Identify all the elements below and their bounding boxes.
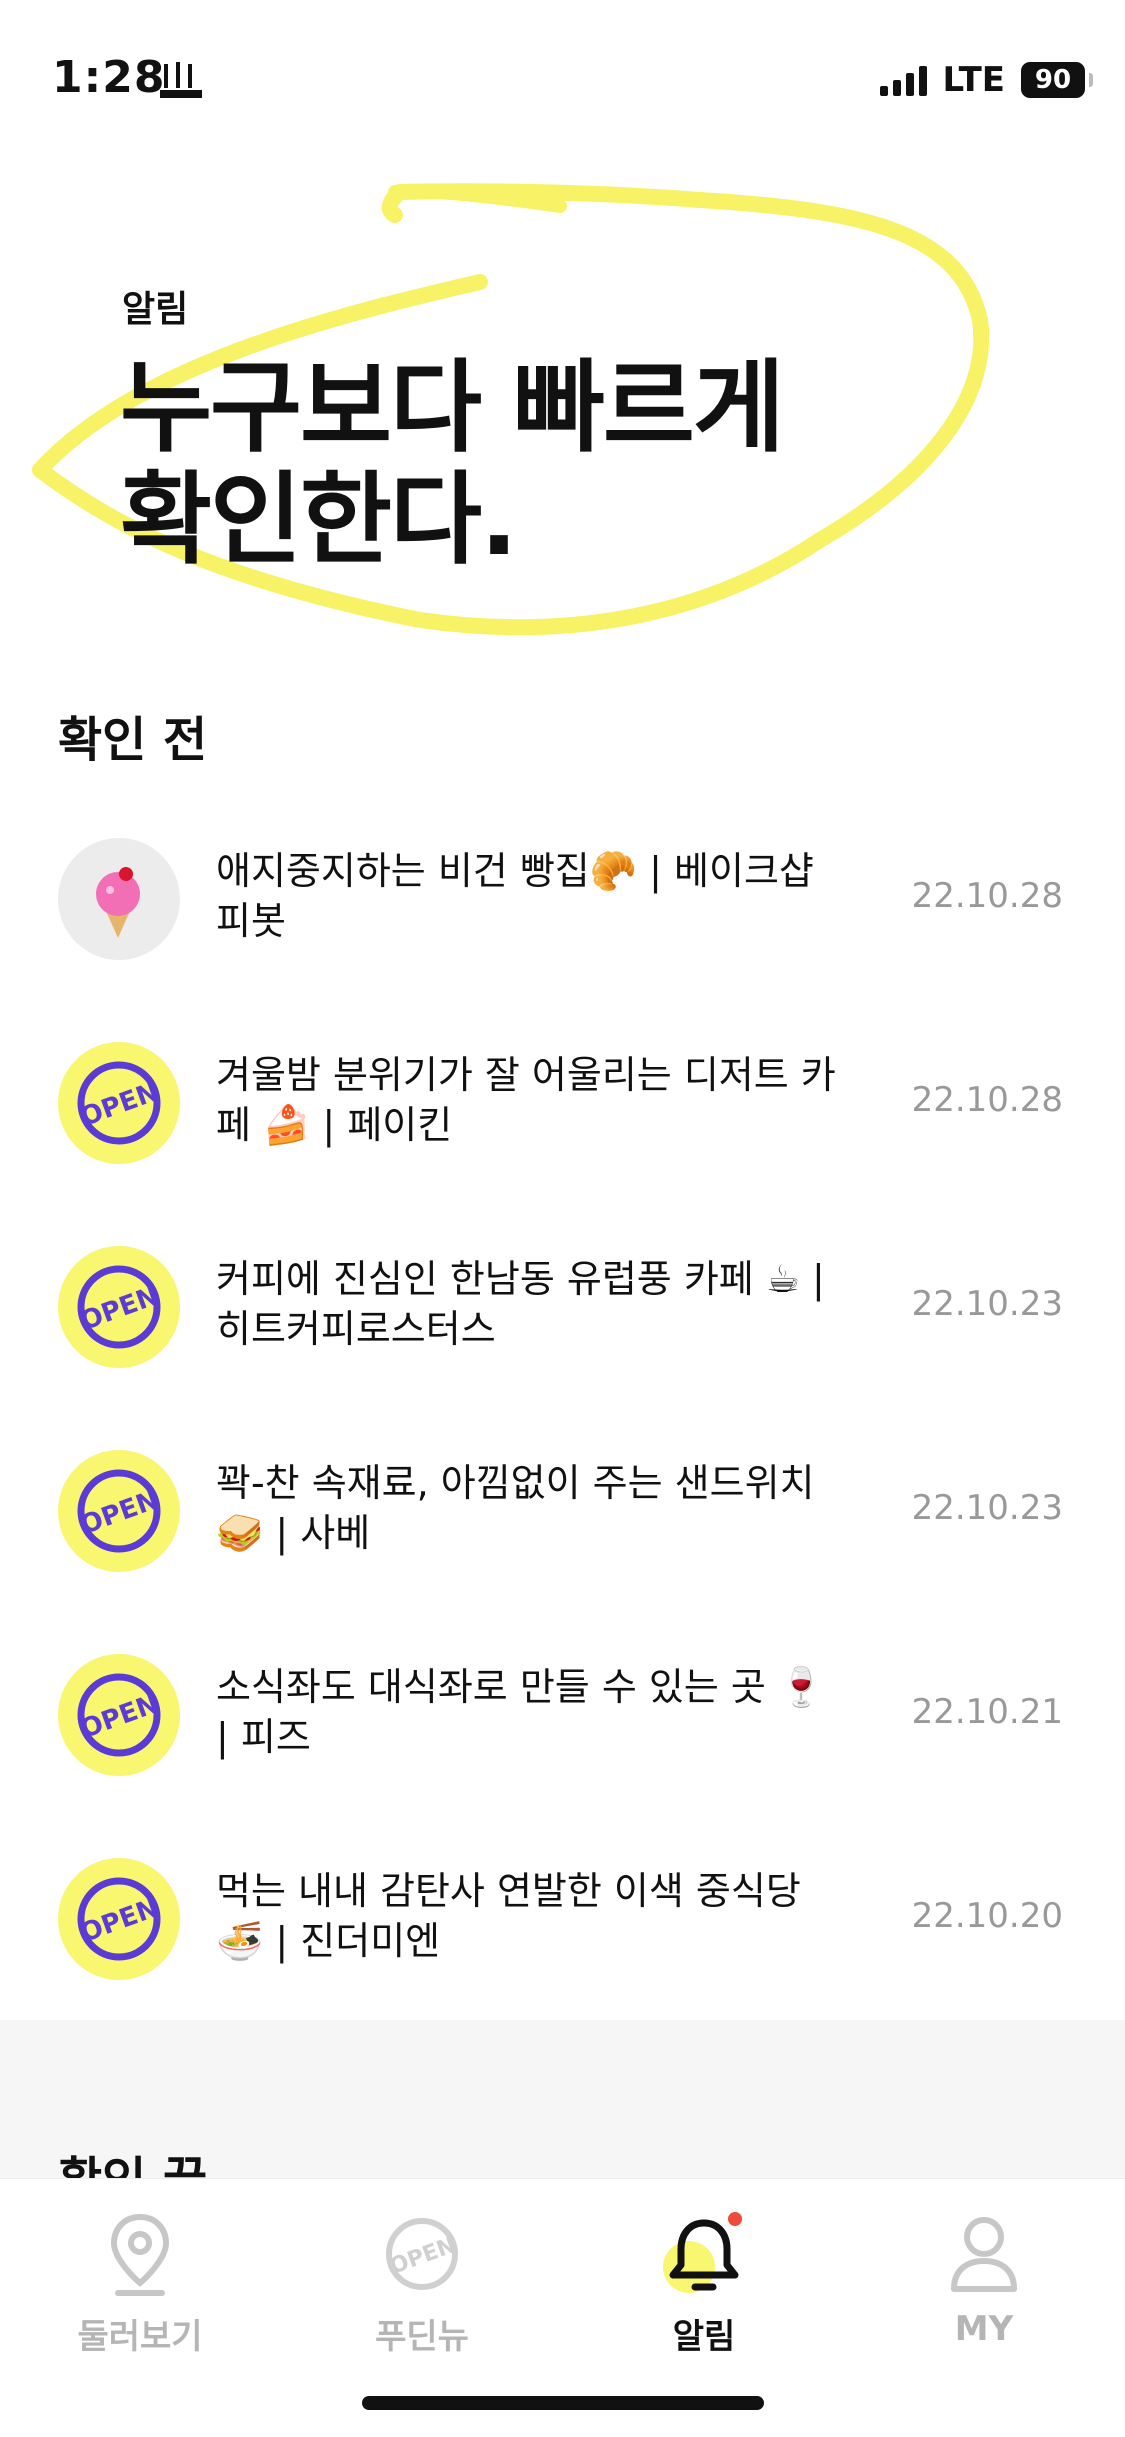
section-title-unread: 확인 전	[58, 712, 208, 768]
app-activity-icon	[160, 62, 202, 98]
status-bar: 1:28 LTE 90	[0, 0, 1125, 160]
page-title: 누구보다 빠르게 확인한다.	[120, 349, 785, 578]
notification-row[interactable]: OPEN 먹는 내내 감탄사 연발한 이색 중식당 🍜 | 진더미엔 22.10…	[0, 1816, 1125, 2020]
person-icon	[951, 2217, 1017, 2292]
open-badge-avatar: OPEN	[58, 1858, 180, 1980]
notification-text: 꽉-찬 속재료, 아낌없이 주는 샌드위치 🥪 | 사베	[216, 1461, 815, 1555]
notification-date: 22.10.28	[911, 1080, 1063, 1120]
page-label: 알림	[122, 289, 189, 330]
open-badge-avatar: OPEN	[58, 1450, 180, 1572]
open-badge-avatar: OPEN	[58, 1246, 180, 1368]
network-type: LTE	[942, 60, 1005, 100]
open-badge-icon: OPEN	[77, 1265, 163, 1349]
open-badge-avatar: OPEN	[58, 1042, 180, 1164]
nav-label: MY	[954, 2309, 1014, 2349]
notification-date: 22.10.23	[911, 1488, 1063, 1528]
notification-row[interactable]: 애지중지하는 비건 빵집🥐 | 베이크샵 피봇 22.10.28	[0, 796, 1125, 1000]
open-badge-icon: OPEN	[77, 1877, 163, 1961]
notification-text: 애지중지하는 비건 빵집🥐 | 베이크샵 피봇	[216, 849, 814, 943]
ice-cream-icon	[96, 867, 140, 938]
status-indicators: LTE 90	[879, 58, 1093, 102]
notification-text: 먹는 내내 감탄사 연발한 이색 중식당 🍜 | 진더미엔	[216, 1869, 801, 1963]
nav-label: 둘러보기	[77, 2317, 203, 2357]
nav-item-explore[interactable]: 둘러보기	[40, 2209, 240, 2369]
notification-date: 22.10.28	[911, 876, 1063, 916]
open-badge-icon: OPEN	[77, 1061, 163, 1145]
bell-icon	[663, 2212, 742, 2293]
notification-row[interactable]: OPEN 꽉-찬 속재료, 아낌없이 주는 샌드위치 🥪 | 사베 22.10.…	[0, 1408, 1125, 1612]
notification-date: 22.10.23	[911, 1284, 1063, 1324]
nav-item-foodinew[interactable]: OPEN 푸딘뉴	[322, 2209, 522, 2369]
status-time: 1:28	[52, 52, 166, 103]
open-badge-icon: OPEN	[77, 1673, 163, 1757]
home-indicator	[362, 2396, 764, 2410]
nav-item-my[interactable]: MY	[884, 2209, 1084, 2369]
notification-row[interactable]: OPEN 커피에 진심인 한남동 유럽풍 카페 ☕ | 히트커피로스터스 22.…	[0, 1204, 1125, 1408]
nav-item-notifications[interactable]: 알림	[604, 2209, 804, 2369]
notification-dot	[728, 2212, 742, 2226]
open-badge-avatar: OPEN	[58, 1654, 180, 1776]
notification-row[interactable]: OPEN 소식좌도 대식좌로 만들 수 있는 곳 🍷 | 피즈 22.10.21	[0, 1612, 1125, 1816]
notification-text: 소식좌도 대식좌로 만들 수 있는 곳 🍷 | 피즈	[216, 1665, 826, 1759]
ice-cream-avatar	[58, 838, 180, 960]
nav-label: 알림	[672, 2317, 736, 2357]
notification-date: 22.10.21	[911, 1692, 1063, 1732]
open-badge-icon: OPEN	[77, 1469, 163, 1553]
notification-text: 겨울밤 분위기가 잘 어울리는 디저트 카페 🍰 | 페이킨	[216, 1053, 836, 1147]
location-pin-icon	[110, 2213, 170, 2296]
signal-icon	[879, 64, 927, 96]
nav-label: 푸딘뉴	[375, 2317, 469, 2357]
notification-list: 애지중지하는 비건 빵집🥐 | 베이크샵 피봇 22.10.28 OPEN 겨울…	[0, 796, 1125, 2020]
notification-text: 커피에 진심인 한남동 유럽풍 카페 ☕ | 히트커피로스터스	[216, 1257, 825, 1351]
battery-icon: 90	[1021, 62, 1093, 98]
notification-row[interactable]: OPEN 겨울밤 분위기가 잘 어울리는 디저트 카페 🍰 | 페이킨 22.1…	[0, 1000, 1125, 1204]
open-badge-icon: OPEN	[386, 2218, 459, 2290]
notification-date: 22.10.20	[911, 1896, 1063, 1936]
